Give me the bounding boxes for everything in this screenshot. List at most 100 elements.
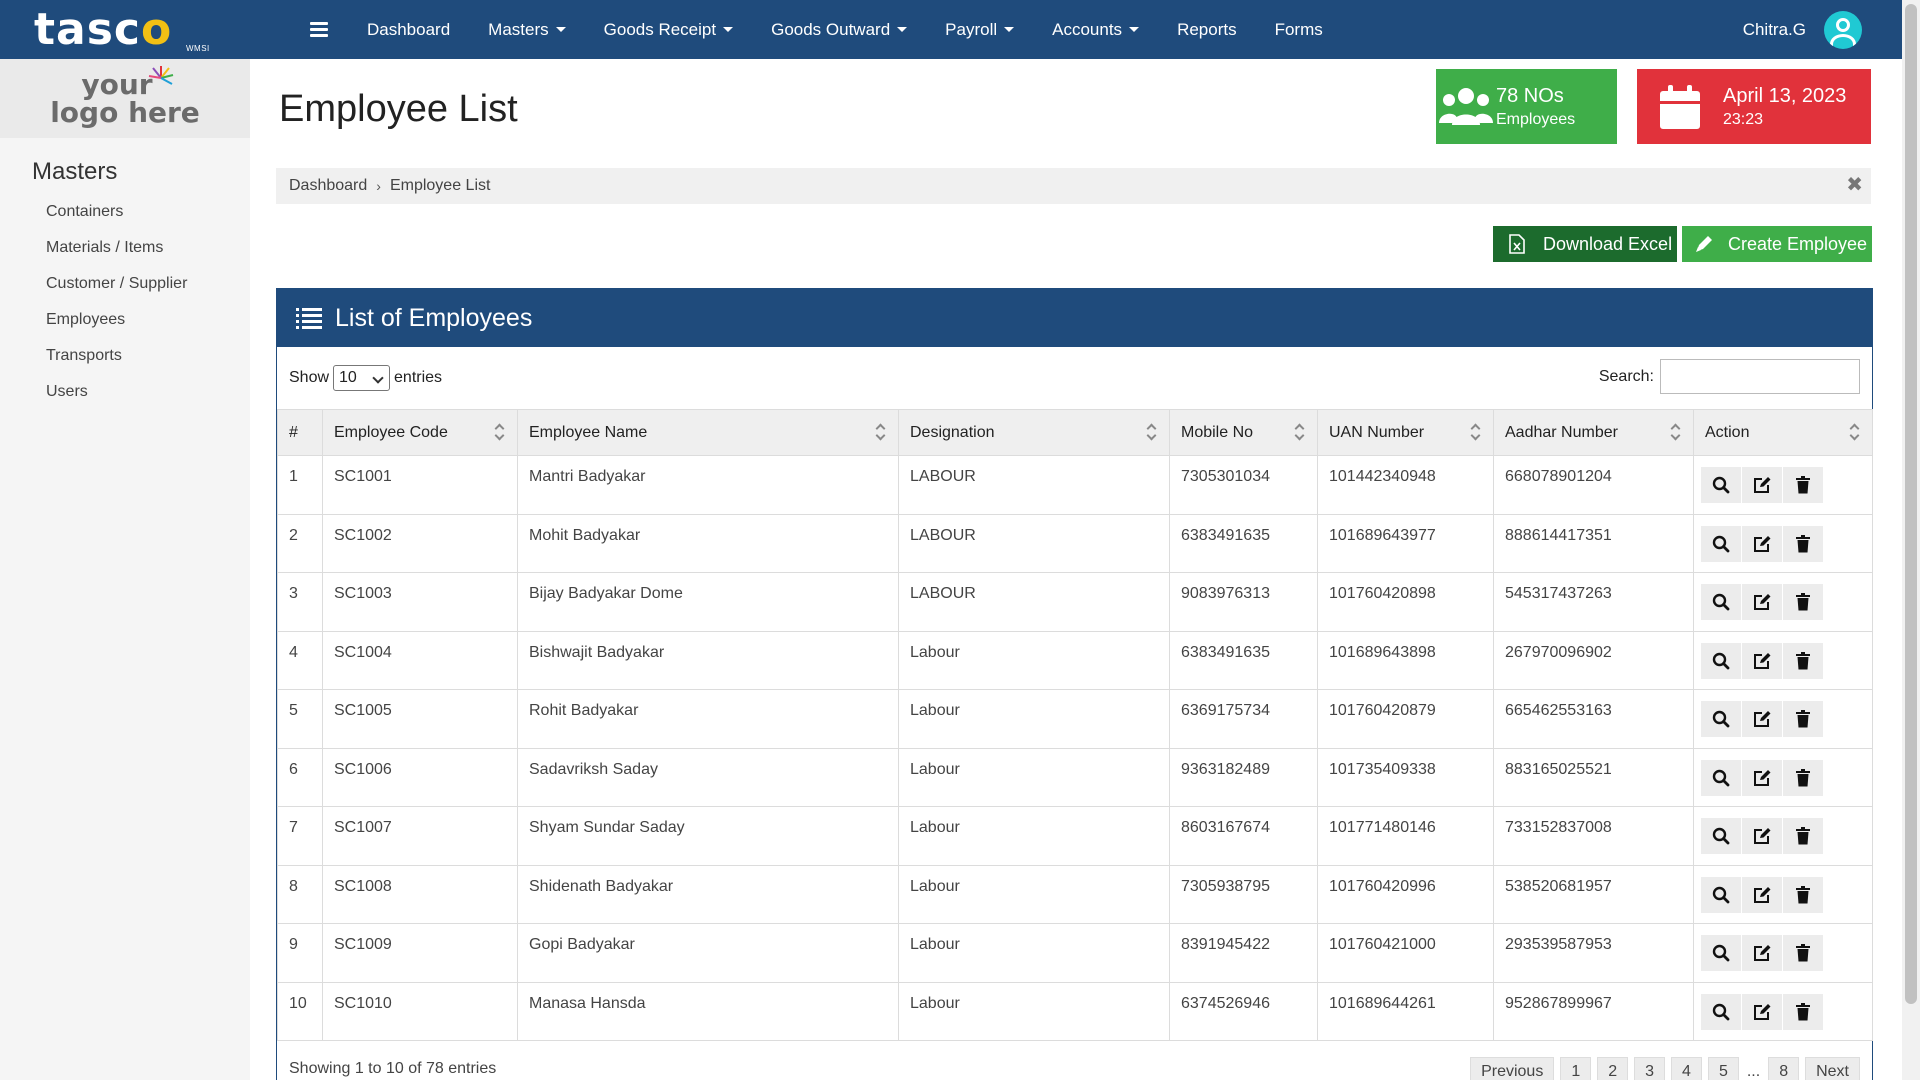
edit-button[interactable] — [1742, 584, 1782, 620]
nav-goods-outward[interactable]: Goods Outward — [752, 20, 926, 40]
sidebar-item-customer-supplier[interactable]: Customer / Supplier — [0, 266, 250, 302]
nav-dashboard[interactable]: Dashboard — [348, 20, 469, 40]
edit-button[interactable] — [1742, 818, 1782, 854]
sidebar-item-users[interactable]: Users — [0, 374, 250, 410]
view-button[interactable] — [1701, 642, 1741, 679]
create-employee-button[interactable]: Create Employee — [1682, 226, 1872, 262]
cell-uan-number: 101760420898 — [1317, 572, 1494, 632]
view-button[interactable] — [1701, 935, 1741, 971]
delete-button[interactable] — [1783, 642, 1823, 679]
view-button[interactable] — [1701, 525, 1741, 562]
nav-payroll[interactable]: Payroll — [926, 20, 1033, 40]
cell-mobile-no: 6383491635 — [1169, 630, 1318, 690]
edit-button[interactable] — [1742, 642, 1782, 679]
view-button[interactable] — [1701, 584, 1741, 620]
breadcrumb-home[interactable]: Dashboard — [289, 177, 367, 195]
pagination-page-1[interactable]: 1 — [1560, 1057, 1592, 1080]
delete-button[interactable] — [1783, 993, 1823, 1030]
cell-designation: Labour — [898, 689, 1170, 749]
logo-burst-icon — [148, 66, 174, 85]
sort-icon[interactable] — [495, 425, 505, 441]
view-button[interactable] — [1701, 759, 1741, 796]
view-button[interactable] — [1701, 701, 1741, 737]
sidebar-item-materials[interactable]: Materials / Items — [0, 230, 250, 266]
search-input[interactable] — [1660, 359, 1860, 394]
header-label: Designation — [910, 423, 995, 441]
view-button[interactable] — [1701, 818, 1741, 854]
page-length-select[interactable]: 10 — [333, 365, 391, 391]
cell-designation: Labour — [898, 864, 1170, 924]
view-button[interactable] — [1701, 467, 1741, 503]
pagination-page-8[interactable]: 8 — [1768, 1057, 1800, 1080]
user-menu[interactable]: Chitra.G — [1743, 0, 1862, 59]
nav-forms[interactable]: Forms — [1256, 20, 1342, 40]
edit-button[interactable] — [1742, 467, 1782, 503]
cell-aadhar-number: 293539587953 — [1493, 923, 1694, 983]
edit-button[interactable] — [1742, 993, 1782, 1030]
pagination-previous[interactable]: Previous — [1470, 1057, 1555, 1080]
delete-button[interactable] — [1783, 759, 1823, 796]
delete-button[interactable] — [1783, 467, 1823, 503]
sidebar-item-containers[interactable]: Containers — [0, 194, 250, 230]
view-button[interactable] — [1701, 876, 1741, 913]
header-label: UAN Number — [1329, 423, 1425, 441]
pagination-next[interactable]: Next — [1805, 1057, 1860, 1080]
brand-logo[interactable]: tasco WMSI — [0, 0, 250, 59]
edit-button[interactable] — [1742, 525, 1782, 562]
delete-button[interactable] — [1783, 935, 1823, 971]
cell-aadhar-number: 883165025521 — [1493, 747, 1694, 807]
cell-aadhar-number: 538520681957 — [1493, 864, 1694, 924]
cell-mobile-no: 6383491635 — [1169, 513, 1318, 573]
header-col-aadhar-number[interactable]: Aadhar Number — [1493, 409, 1694, 456]
delete-button[interactable] — [1783, 584, 1823, 620]
sidebar-item-transports[interactable]: Transports — [0, 338, 250, 374]
cell-index: 10 — [277, 981, 323, 1041]
delete-button[interactable] — [1783, 701, 1823, 737]
pagination-page-5[interactable]: 5 — [1707, 1057, 1739, 1080]
header-col-employee-name[interactable]: Employee Name — [517, 409, 899, 456]
user-avatar-icon[interactable] — [1824, 10, 1862, 49]
hamburger-icon[interactable] — [310, 22, 328, 37]
header-col-designation[interactable]: Designation — [898, 409, 1170, 456]
header-col-index: # — [277, 409, 323, 456]
nav-reports[interactable]: Reports — [1158, 20, 1256, 40]
pagination-page-2[interactable]: 2 — [1597, 1057, 1629, 1080]
logo-text-line2: logo here — [50, 95, 200, 129]
close-icon[interactable]: ✖ — [1846, 175, 1863, 195]
download-excel-button[interactable]: Download Excel — [1493, 226, 1677, 262]
list-icon — [296, 307, 322, 329]
sort-icon[interactable] — [1471, 425, 1481, 441]
sort-icon[interactable] — [1147, 425, 1157, 441]
delete-button[interactable] — [1783, 818, 1823, 854]
delete-button[interactable] — [1783, 876, 1823, 913]
nav-goods-receipt[interactable]: Goods Receipt — [585, 20, 752, 40]
cell-employee-code: SC1002 — [322, 513, 518, 573]
sort-icon[interactable] — [1295, 425, 1305, 441]
sidebar-item-employees[interactable]: Employees — [0, 302, 250, 338]
sort-icon[interactable] — [876, 425, 886, 441]
nav-accounts[interactable]: Accounts — [1033, 20, 1158, 40]
pagination-page-3[interactable]: 3 — [1634, 1057, 1666, 1080]
pagination-page-4[interactable]: 4 — [1671, 1057, 1702, 1080]
edit-button[interactable] — [1742, 701, 1782, 737]
sort-icon[interactable] — [1850, 425, 1860, 441]
view-button[interactable] — [1701, 993, 1741, 1030]
sort-icon[interactable] — [1671, 425, 1681, 441]
table-row: 3 SC1003 Bijay Badyakar Dome LABOUR 90839763… — [277, 572, 1873, 632]
header-col-mobile-no[interactable]: Mobile No — [1169, 409, 1318, 456]
header-col-employee-code[interactable]: Employee Code — [322, 409, 518, 456]
header-col-uan-number[interactable]: UAN Number — [1317, 409, 1494, 456]
cell-action — [1693, 864, 1873, 924]
delete-button[interactable] — [1783, 525, 1823, 562]
edit-button[interactable] — [1742, 759, 1782, 796]
table-row: 9 SC1009 Gopi Badyakar Labour 8391945422 1017… — [277, 923, 1873, 983]
edit-button[interactable] — [1742, 876, 1782, 913]
scrollbar-thumb[interactable] — [1905, 4, 1917, 1004]
page-scrollbar[interactable] — [1902, 0, 1920, 1080]
header-col-action[interactable]: Action — [1693, 409, 1873, 456]
table-row: 10 SC1010 Manasa Hansda Labour 6374526946 101… — [277, 981, 1873, 1041]
nav-masters[interactable]: Masters — [469, 20, 584, 40]
table-controls: Show 10 entries Search: — [277, 347, 1872, 409]
edit-button[interactable] — [1742, 935, 1782, 971]
cell-aadhar-number: 545317437263 — [1493, 572, 1694, 632]
